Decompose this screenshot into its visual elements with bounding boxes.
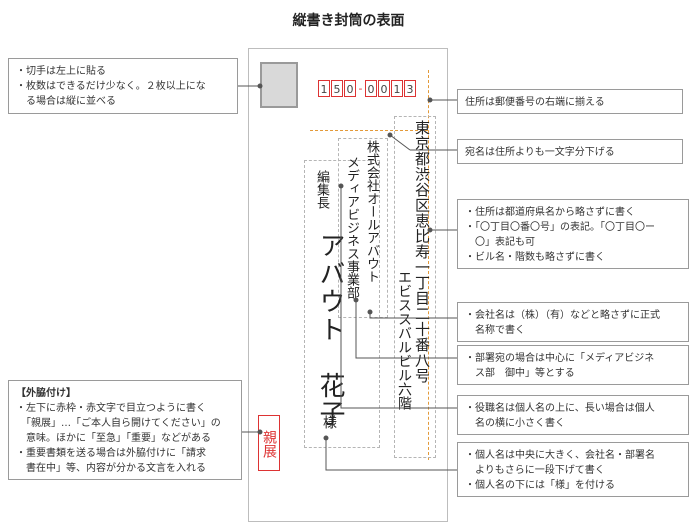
zip-digit: 3 bbox=[404, 80, 416, 97]
note-line: ・住所は都道府県名から略さずに書く bbox=[465, 207, 635, 218]
note-line: 名の横に小さく書く bbox=[465, 418, 565, 429]
zip-digit: 0 bbox=[378, 80, 390, 97]
note-line: ・部署宛の場合は中心に「メディアビジネ bbox=[465, 353, 655, 364]
note-line: 「親展」…「ご本人自ら開けてください」の bbox=[16, 418, 221, 429]
page-title: 縦書き封筒の表面 bbox=[292, 13, 405, 29]
confidential-mark: 親展 bbox=[258, 415, 280, 471]
zip-digit: 1 bbox=[318, 80, 330, 97]
building-line: エビススバルビル六階 bbox=[396, 270, 412, 410]
note-line: ・個人名の下には「様」を付ける bbox=[465, 480, 615, 491]
note-heading: 【外脇付け】 bbox=[16, 388, 76, 399]
note-line: ・枚数はできるだけ少なく。２枚以上にな bbox=[16, 81, 206, 92]
note-line: 〇」表記も可 bbox=[465, 237, 535, 248]
zip-digit: 1 bbox=[391, 80, 403, 97]
note-line: 意味。ほかに「至急」「重要」などがある bbox=[16, 433, 211, 444]
zip-digit: 0 bbox=[365, 80, 377, 97]
postal-code-boxes: 1 5 0 - 0 0 1 3 bbox=[318, 80, 416, 100]
stamp-area bbox=[260, 62, 298, 108]
note-line: ・役職名は個人名の上に、長い場合は個人 bbox=[465, 403, 655, 414]
note-line: よりもさらに一段下げて書く bbox=[465, 465, 605, 476]
note-department-rule: ・部署宛の場合は中心に「メディアビジネ ス部 御中」等とする bbox=[457, 345, 689, 385]
note-address-rules: ・住所は都道府県名から略さずに書く ・「〇丁目〇番〇号」の表記。「〇丁目〇ー 〇… bbox=[457, 199, 689, 269]
zip-digit: 5 bbox=[331, 80, 343, 97]
note-line: ・切手は左上に貼る bbox=[16, 66, 106, 77]
note-address-align: 住所は郵便番号の右端に揃える bbox=[457, 89, 683, 114]
honorific: 様 bbox=[321, 415, 337, 429]
note-addressee-offset: 宛名は住所よりも一文字分下げる bbox=[457, 139, 683, 164]
zip-digit: 0 bbox=[344, 80, 356, 97]
note-line: ・会社名は（株）（有）などと略さずに正式 bbox=[465, 310, 660, 321]
recipient-name: アバウト 花子 bbox=[315, 232, 345, 428]
note-line: ・左下に赤枠・赤文字で目立つように書く bbox=[16, 403, 206, 414]
note-line: ス部 御中」等とする bbox=[465, 368, 575, 379]
note-name-rule: ・個人名は中央に大きく、会社名・部署名 よりもさらに一段下げて書く ・個人名の下… bbox=[457, 442, 689, 497]
note-company-rule: ・会社名は（株）（有）などと略さずに正式 名称で書く bbox=[457, 302, 689, 342]
note-outer-annotation: 【外脇付け】 ・左下に赤枠・赤文字で目立つように書く 「親展」…「ご本人自ら開け… bbox=[8, 380, 242, 480]
note-line: ・「〇丁目〇番〇号」の表記。「〇丁目〇ー bbox=[465, 222, 655, 233]
note-line: 書在中」等、内容が分かる文言を入れる bbox=[16, 463, 206, 474]
position-title: 編集長 bbox=[314, 170, 329, 209]
note-line: ・個人名は中央に大きく、会社名・部署名 bbox=[465, 450, 655, 461]
note-line: 名称で書く bbox=[465, 325, 525, 336]
note-line: ・重要書類を送る場合は外脇付けに「請求 bbox=[16, 448, 206, 459]
note-stamp: ・切手は左上に貼る ・枚数はできるだけ少なく。２枚以上にな る場合は縦に並べる bbox=[8, 58, 238, 114]
note-title-rule: ・役職名は個人名の上に、長い場合は個人 名の横に小さく書く bbox=[457, 395, 689, 435]
note-line: ・ビル名・階数も略さずに書く bbox=[465, 252, 605, 263]
zip-separator: - bbox=[358, 82, 363, 95]
note-line: る場合は縦に並べる bbox=[16, 96, 116, 107]
note-line: 住所は郵便番号の右端に揃える bbox=[465, 97, 605, 108]
company-name: 株式会社オールアバウト bbox=[364, 140, 379, 283]
address-line: 東京都渋谷区恵比寿一丁目二十番八号 bbox=[413, 120, 431, 384]
note-line: 宛名は住所よりも一文字分下げる bbox=[465, 147, 615, 158]
